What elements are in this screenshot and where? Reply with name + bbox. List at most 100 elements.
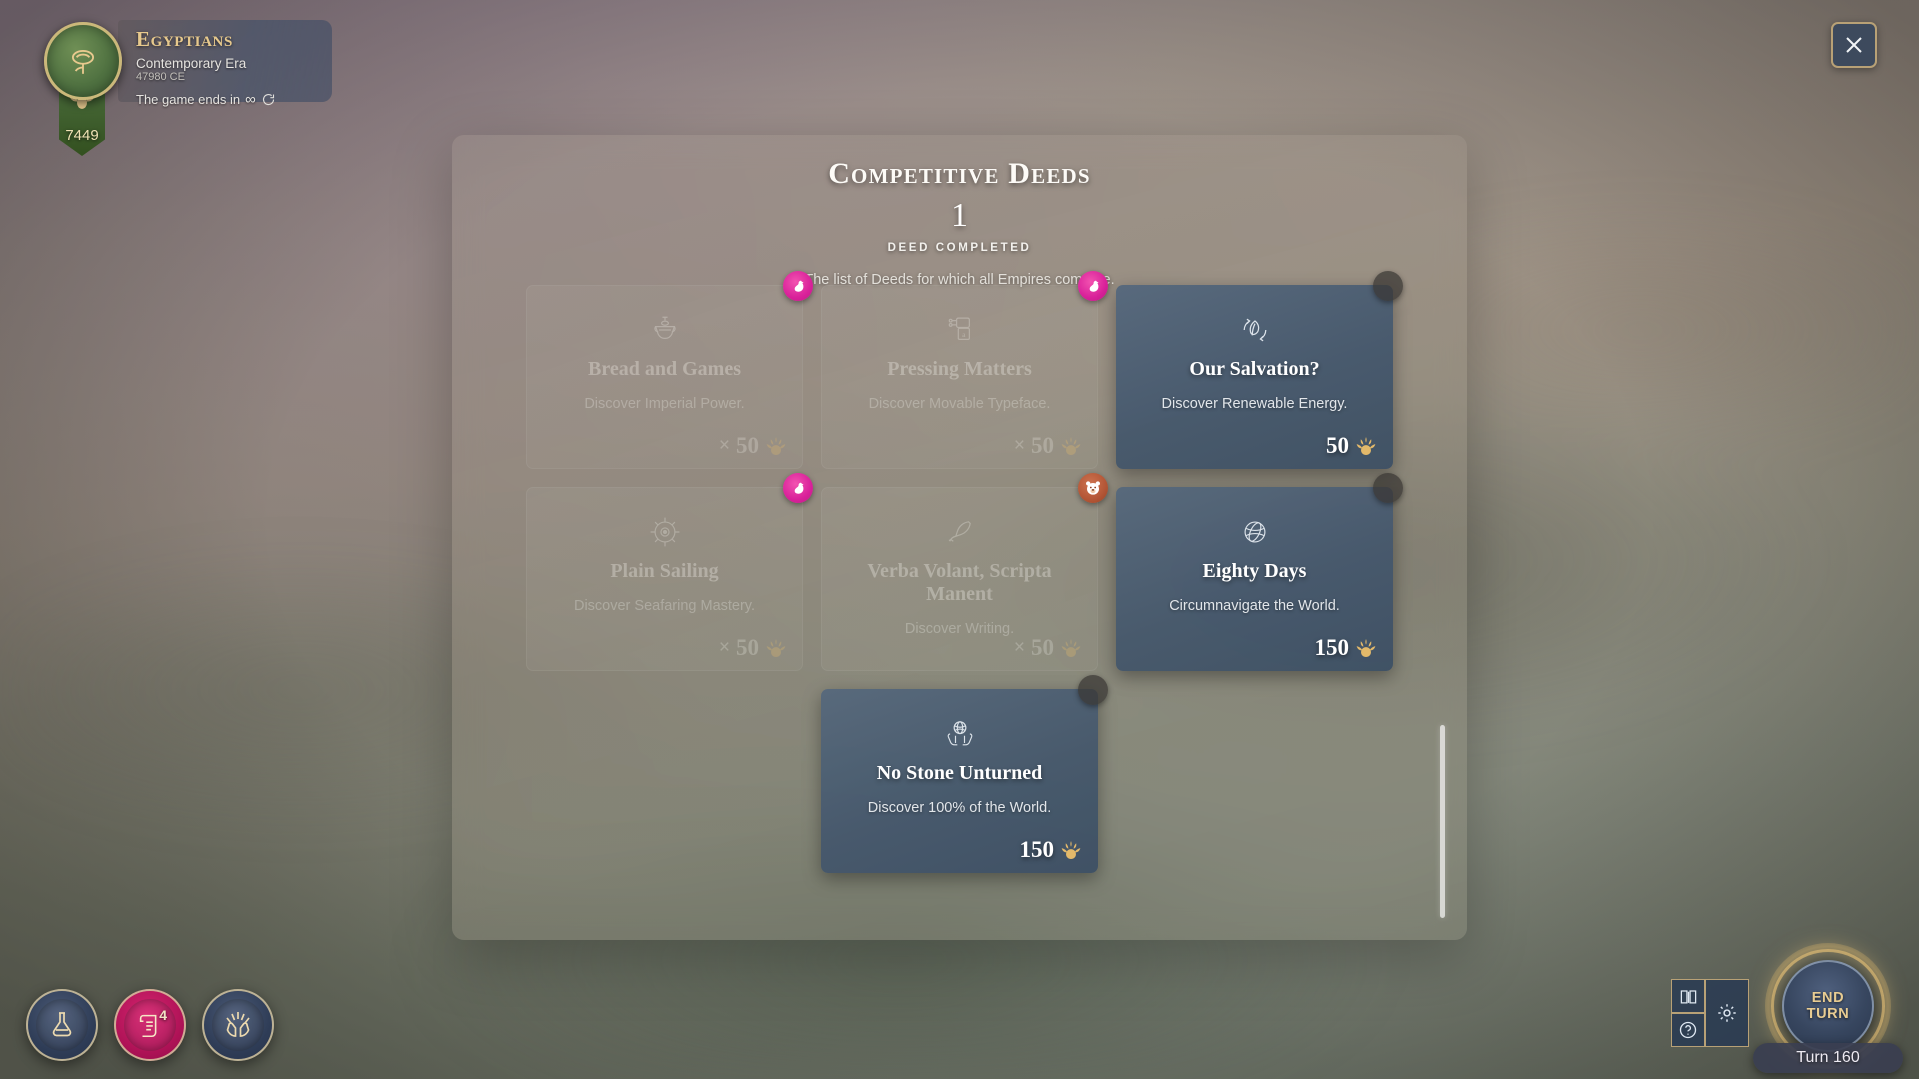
quill-pen-icon [943, 513, 977, 551]
deed-title: Pressing Matters [887, 358, 1032, 380]
bottom-action-bar: 4 [26, 989, 274, 1061]
turn-cycle-icon [262, 94, 274, 106]
deed-title: Verba Volant, Scripta Manent [867, 560, 1052, 605]
reward-value: 150 [1019, 837, 1055, 862]
help-icon [1679, 1021, 1697, 1039]
empire-crest[interactable]: 7449 [38, 18, 126, 160]
deed-reward: 50 [1326, 434, 1377, 457]
empire-hud-panel[interactable]: Egyptians Contemporary Era 47980 CE The … [20, 12, 332, 156]
settings-button[interactable] [1705, 979, 1749, 1047]
deed-title: Bread and Games [588, 358, 741, 380]
deed-card[interactable]: Our Salvation? Discover Renewable Energy.… [1116, 271, 1403, 469]
reward-cross-icon: × [718, 435, 730, 456]
button-inner-ring [124, 999, 176, 1051]
deed-reward: × 50 [719, 636, 787, 659]
compass-rose-icon [647, 513, 683, 551]
deed-card[interactable]: Eighty Days Circumnavigate the World. 150 [1116, 473, 1403, 671]
button-inner-ring [36, 999, 88, 1051]
renewable-leaf-icon [1237, 311, 1273, 349]
deed-card[interactable]: Bread and Games Discover Imperial Power. ×… [526, 271, 813, 469]
game-end-text: The game ends in [136, 92, 241, 108]
deed-requirement: Discover Movable Typeface. [868, 396, 1051, 412]
end-turn-label: END TURN [1807, 990, 1850, 1022]
rose-emblem-icon [72, 49, 94, 74]
empire-crest-disc [44, 22, 122, 100]
fame-icon [1061, 436, 1081, 455]
reward-cross-icon: × [718, 637, 730, 658]
reward-value: 50 [1031, 433, 1054, 458]
empire-era: Contemporary Era [136, 56, 247, 72]
empire-info-plate: Egyptians Contemporary Era 47980 CE The … [118, 20, 332, 108]
fame-icon [766, 638, 786, 657]
printing-press-icon: a [943, 311, 977, 349]
game-end-row: The game ends in ∞ [136, 91, 320, 108]
deed-owner-badge[interactable] [1078, 675, 1108, 705]
deed-reward: 150 [1020, 838, 1083, 861]
modal-scrollbar[interactable] [1440, 725, 1445, 918]
deed-requirement: Discover Imperial Power. [584, 396, 745, 412]
codex-button[interactable] [1671, 979, 1705, 1013]
deed-requirement: Discover Seafaring Mastery. [573, 598, 756, 614]
deed-owner-badge[interactable] [1078, 473, 1108, 503]
faith-button[interactable] [202, 989, 274, 1061]
amphora-icon [648, 311, 682, 349]
gear-icon [1718, 1004, 1736, 1022]
fame-icon [1061, 638, 1081, 657]
book-icon [1680, 989, 1696, 1003]
reward-value: 50 [736, 433, 759, 458]
button-inner-ring [212, 999, 264, 1051]
deed-requirement: Circumnavigate the World. [1169, 598, 1340, 614]
reward-cross-icon: × [1013, 637, 1025, 658]
deed-owner-badge[interactable] [1373, 473, 1403, 503]
svg-text:a: a [962, 330, 966, 339]
reward-value: 50 [1326, 433, 1349, 458]
turn-counter: Turn 160 [1753, 1043, 1903, 1073]
hands-holding-globe-icon [942, 715, 978, 753]
fame-icon [1061, 840, 1081, 859]
bottom-right-controls: END TURN Turn 160 [1661, 937, 1911, 1073]
utility-buttons [1671, 979, 1749, 1047]
infinity-symbol: ∞ [245, 91, 256, 109]
deed-requirement: Discover 100% of the World. [867, 800, 1052, 816]
deed-owner-badge[interactable] [1078, 271, 1108, 301]
deed-requirement: Discover Renewable Energy. [1161, 396, 1348, 412]
reward-value: 50 [1031, 635, 1054, 660]
deed-owner-badge[interactable] [1373, 271, 1403, 301]
deed-reward: × 50 [719, 434, 787, 457]
deed-card[interactable]: Verba Volant, Scripta Manent Discover Wri… [821, 473, 1108, 671]
deed-card[interactable]: a Pressing Matters Discover Movable Typefa… [821, 271, 1108, 469]
deed-title: Our Salvation? [1189, 358, 1320, 380]
empire-name: Egyptians [136, 27, 233, 51]
deed-card[interactable]: No Stone Unturned Discover 100% of the Wo… [821, 675, 1108, 873]
bear-avatar-icon [1086, 481, 1100, 495]
reward-value: 150 [1314, 635, 1350, 660]
deed-title: Plain Sailing [610, 560, 719, 582]
deed-owner-badge[interactable] [783, 271, 813, 301]
fame-icon [1356, 436, 1376, 455]
fame-icon [766, 436, 786, 455]
deeds-count-badge: 4 [159, 1007, 167, 1023]
deeds-completed-count: 1 [951, 197, 968, 234]
competitive-deeds-modal: Competitive Deeds 1 DEED COMPLETED The l… [452, 135, 1467, 940]
modal-title: Competitive Deeds [828, 157, 1091, 190]
fame-icon [1356, 638, 1376, 657]
swan-avatar-icon [1089, 280, 1099, 292]
help-button[interactable] [1671, 1013, 1705, 1047]
end-turn-button[interactable]: END TURN [1782, 960, 1874, 1052]
deed-title: Eighty Days [1202, 560, 1307, 582]
deed-card[interactable]: Plain Sailing Discover Seafaring Mastery.… [526, 473, 813, 671]
deed-reward: 150 [1315, 636, 1378, 659]
deed-title: No Stone Unturned [876, 762, 1043, 784]
empire-year: 47980 CE [136, 71, 185, 84]
empire-score: 7449 [65, 127, 99, 144]
deed-reward: × 50 [1014, 636, 1082, 659]
research-button[interactable] [26, 989, 98, 1061]
deeds-row-1: Bread and Games Discover Imperial Power. ×… [452, 271, 1467, 469]
deed-owner-badge[interactable] [783, 473, 813, 503]
reward-value: 50 [736, 635, 759, 660]
deed-requirement: Discover Writing. [904, 621, 1015, 637]
deeds-button[interactable]: 4 [114, 989, 186, 1061]
close-button[interactable] [1831, 22, 1877, 68]
end-turn-area: END TURN Turn 160 [1753, 943, 1903, 1073]
end-turn-line1: END [1811, 989, 1845, 1006]
